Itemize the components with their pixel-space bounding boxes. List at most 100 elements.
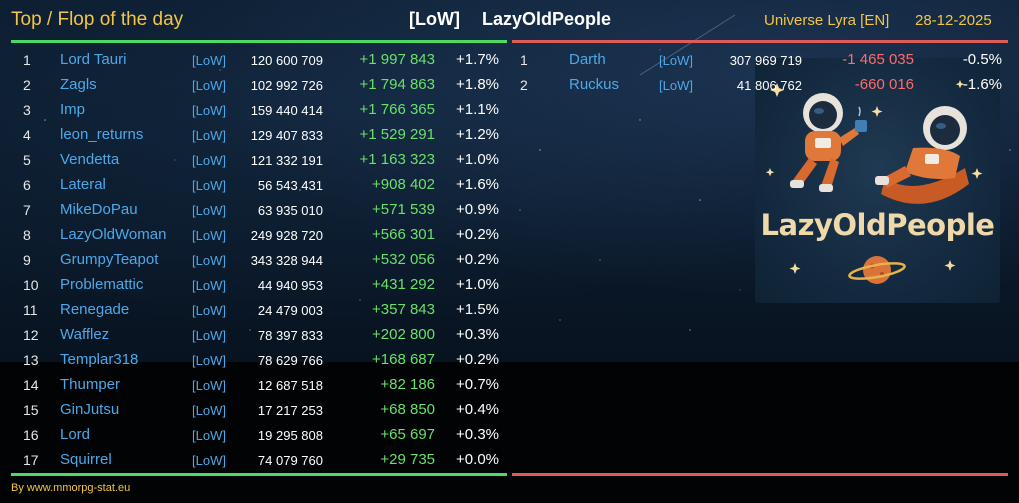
score-cell: 17 217 253	[257, 403, 323, 418]
player-name-link[interactable]: Darth	[569, 51, 606, 68]
guild-tag-link[interactable]: [LoW]	[659, 78, 693, 93]
guild-tag-link[interactable]: [LoW]	[192, 253, 226, 268]
percent-cell: +0.3%	[456, 426, 499, 443]
score-cell: 19 295 808	[257, 428, 323, 443]
guild-tag-link[interactable]: [LoW]	[192, 78, 226, 93]
score-cell: 24 479 003	[257, 303, 323, 318]
player-name-link[interactable]: Imp	[60, 101, 85, 118]
rank-cell: 5	[23, 152, 31, 168]
rank-cell: 1	[23, 52, 31, 68]
guild-tag-link[interactable]: [LoW]	[192, 103, 226, 118]
rank-cell: 14	[23, 377, 39, 393]
rank-cell: 15	[23, 402, 39, 418]
rank-cell: 16	[23, 427, 39, 443]
delta-cell: +202 800	[372, 326, 435, 343]
guild-tag-link[interactable]: [LoW]	[192, 153, 226, 168]
percent-cell: +0.4%	[456, 401, 499, 418]
score-cell: 249 928 720	[250, 228, 323, 243]
page-title: Top / Flop of the day	[11, 9, 184, 30]
score-cell: 56 543 431	[257, 178, 323, 193]
guild-tag-link[interactable]: [LoW]	[192, 228, 226, 243]
rank-cell: 4	[23, 127, 31, 143]
guild-tag-link[interactable]: [LoW]	[192, 328, 226, 343]
rank-cell: 6	[23, 177, 31, 193]
top-table-row: 4 leon_returns [LoW] 129 407 833 +1 529 291 +…	[11, 122, 507, 147]
top-table-row: 6 Lateral [LoW] 56 543 431 +908 402 +1.6%	[11, 172, 507, 197]
top-table-row: 9 GrumpyTeapot [LoW] 343 328 944 +532 056 +0.…	[11, 247, 507, 272]
player-name-link[interactable]: leon_returns	[60, 126, 143, 143]
rank-cell: 8	[23, 227, 31, 243]
percent-cell: +0.2%	[456, 251, 499, 268]
footer-credit: By www.mmorpg-stat.eu	[11, 482, 131, 494]
guild-tag: [LoW]	[409, 9, 460, 29]
top-table-row: 13 Templar318 [LoW] 78 629 766 +168 687 +0.2%	[11, 347, 507, 372]
player-name-link[interactable]: Templar318	[60, 351, 138, 368]
player-name-link[interactable]: Ruckus	[569, 76, 619, 93]
universe-label: Universe Lyra [EN]	[764, 12, 890, 29]
top-table-row: 8 LazyOldWoman [LoW] 249 928 720 +566 301 +0.…	[11, 222, 507, 247]
score-cell: 159 440 414	[250, 103, 323, 118]
delta-cell: +1 529 291	[359, 126, 436, 143]
player-name-link[interactable]: LazyOldWoman	[60, 226, 166, 243]
guild-tag-link[interactable]: [LoW]	[659, 53, 693, 68]
guild-tag-link[interactable]: [LoW]	[192, 403, 226, 418]
score-cell: 41 806 762	[736, 78, 802, 93]
rank-cell: 10	[23, 277, 39, 293]
rank-cell: 3	[23, 102, 31, 118]
player-name-link[interactable]: Squirrel	[60, 451, 112, 468]
guild-tag-link[interactable]: [LoW]	[192, 353, 226, 368]
flop-table-row: 1 Darth [LoW] 307 969 719 -1 465 035 -0.5%	[512, 47, 1008, 72]
delta-cell: +357 843	[372, 301, 435, 318]
header-bar: Top / Flop of the day [LoW] LazyOldPeopl…	[0, 0, 1019, 42]
player-name-link[interactable]: Lord Tauri	[60, 51, 126, 68]
percent-cell: -1.6%	[962, 76, 1002, 93]
rank-cell: 12	[23, 327, 39, 343]
percent-cell: +1.0%	[456, 151, 499, 168]
player-name-link[interactable]: Problemattic	[60, 276, 143, 293]
score-cell: 129 407 833	[250, 128, 323, 143]
flop-divider-bottom	[512, 473, 1008, 476]
player-name-link[interactable]: Wafflez	[60, 326, 109, 343]
top-table-row: 5 Vendetta [LoW] 121 332 191 +1 163 323 +1.0%	[11, 147, 507, 172]
player-name-link[interactable]: Lateral	[60, 176, 106, 193]
guild-tag-link[interactable]: [LoW]	[192, 453, 226, 468]
score-cell: 74 079 760	[257, 453, 323, 468]
player-name-link[interactable]: Lord	[60, 426, 90, 443]
guild-tag-link[interactable]: [LoW]	[192, 53, 226, 68]
player-name-link[interactable]: MikeDoPau	[60, 201, 138, 218]
rank-cell: 9	[23, 252, 31, 268]
delta-cell: +431 292	[372, 276, 435, 293]
score-cell: 120 600 709	[250, 53, 323, 68]
percent-cell: +1.5%	[456, 301, 499, 318]
top-table-row: 15 GinJutsu [LoW] 17 217 253 +68 850 +0.4%	[11, 397, 507, 422]
flop-table-row: 2 Ruckus [LoW] 41 806 762 -660 016 -1.6%	[512, 72, 1008, 97]
rank-cell: 2	[520, 77, 528, 93]
delta-cell: +68 850	[380, 401, 435, 418]
player-name-link[interactable]: Vendetta	[60, 151, 119, 168]
guild-tag-link[interactable]: [LoW]	[192, 378, 226, 393]
percent-cell: +1.8%	[456, 76, 499, 93]
top-table-row: 11 Renegade [LoW] 24 479 003 +357 843 +1.5%	[11, 297, 507, 322]
guild-tag-link[interactable]: [LoW]	[192, 278, 226, 293]
rank-cell: 11	[23, 302, 38, 318]
guild-tag-link[interactable]: [LoW]	[192, 428, 226, 443]
player-name-link[interactable]: GinJutsu	[60, 401, 119, 418]
guild-tag-link[interactable]: [LoW]	[192, 203, 226, 218]
guild-tag-link[interactable]: [LoW]	[192, 303, 226, 318]
score-cell: 121 332 191	[250, 153, 323, 168]
player-name-link[interactable]: Zagls	[60, 76, 97, 93]
player-name-link[interactable]: GrumpyTeapot	[60, 251, 158, 268]
delta-cell: +65 697	[380, 426, 435, 443]
player-name-link[interactable]: Renegade	[60, 301, 129, 318]
player-name-link[interactable]: Thumper	[60, 376, 120, 393]
delta-cell: +1 163 323	[359, 151, 436, 168]
delta-cell: +566 301	[372, 226, 435, 243]
top-table-row: 14 Thumper [LoW] 12 687 518 +82 186 +0.7%	[11, 372, 507, 397]
guild-tag-link[interactable]: [LoW]	[192, 128, 226, 143]
guild-tag-link[interactable]: [LoW]	[192, 178, 226, 193]
top-table-row: 7 MikeDoPau [LoW] 63 935 010 +571 539 +0.9%	[11, 197, 507, 222]
top-table-row: 16 Lord [LoW] 19 295 808 +65 697 +0.3%	[11, 422, 507, 447]
delta-cell: +1 794 863	[359, 76, 436, 93]
delta-cell: -660 016	[854, 76, 914, 93]
score-cell: 78 397 833	[257, 328, 323, 343]
